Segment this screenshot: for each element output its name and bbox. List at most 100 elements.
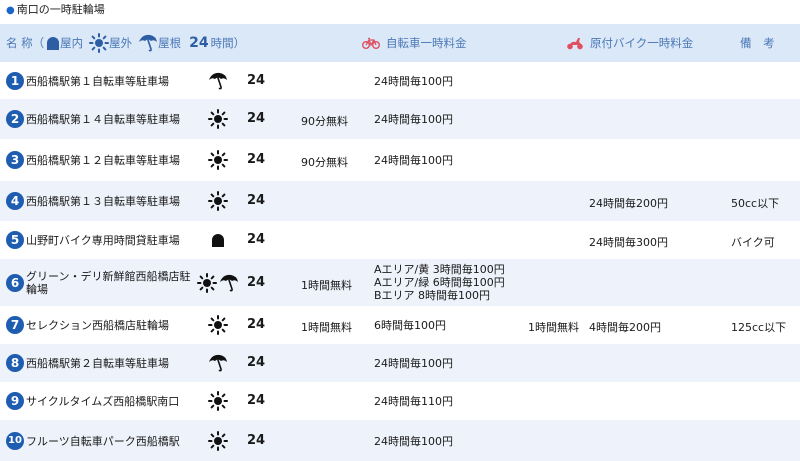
header-moped-fee: 原付バイク一時料金 bbox=[566, 24, 693, 62]
remarks: 125cc以下 bbox=[731, 321, 787, 334]
table-row: 9 サイクルタイムズ西船橋駅南口 24 24時間毎110円 bbox=[0, 382, 800, 420]
row-number-badge: 3 bbox=[6, 151, 24, 169]
hours-value: 24 bbox=[247, 317, 266, 332]
table-row: 3 西船橋駅第１２自転車等駐車場 24 90分無料 24時間毎100円 bbox=[0, 139, 800, 181]
header-hours-bold: 24 bbox=[189, 35, 209, 51]
row-number-badge: 10 bbox=[6, 431, 24, 450]
sun-icon bbox=[89, 33, 110, 53]
table-row: 1 西船橋駅第１自転車等駐車場 24 24時間毎100円 bbox=[0, 62, 800, 99]
sun-icon bbox=[208, 191, 228, 211]
sun-icon bbox=[208, 391, 228, 411]
facility-name: グリーン・デリ新鮮館西船橋店駐輪場 bbox=[26, 269, 191, 296]
sun-icon bbox=[208, 315, 228, 335]
table-row: 10 フルーツ自転車パーク西船橋駅 24 24時間毎100円 bbox=[0, 420, 800, 461]
table-header: 名 称（ 屋内 屋外 屋根 24 時間） 自転車一時料金 原付バイク一時料金 備… bbox=[0, 24, 800, 62]
facility-type-icons bbox=[196, 353, 240, 373]
facility-type-icons bbox=[196, 315, 240, 335]
table-row: 7 セレクション西船橋店駐輪場 24 1時間無料 6時間毎100円 1時間無料 4時間毎20… bbox=[0, 306, 800, 344]
facility-name: 西船橋駅第１３自転車等駐車場 bbox=[26, 195, 180, 208]
bicycle-fee-label: 自転車一時料金 bbox=[386, 36, 467, 50]
bicycle-fee: 24時間毎100円 bbox=[374, 154, 453, 167]
hours-value: 24 bbox=[247, 193, 266, 208]
row-number-badge: 4 bbox=[6, 192, 24, 210]
table-row: 8 西船橋駅第２自転車等駐車場 24 24時間毎100円 bbox=[0, 344, 800, 382]
bicycle-fee-line: Bエリア 8時間毎100円 bbox=[374, 288, 491, 302]
sun-icon bbox=[208, 430, 228, 451]
hours-value: 24 bbox=[247, 72, 266, 88]
roof-label: 屋根 bbox=[158, 36, 182, 50]
umbrella-icon bbox=[138, 34, 158, 52]
header-remarks: 備 考 bbox=[740, 36, 779, 50]
sun-icon bbox=[208, 150, 228, 170]
hours-value: 24 bbox=[247, 393, 266, 408]
facility-name: 西船橋駅第１自転車等駐車場 bbox=[26, 74, 169, 88]
remarks: 50cc以下 bbox=[731, 197, 780, 210]
umbrella-icon bbox=[219, 274, 239, 292]
indoor-icon bbox=[46, 36, 60, 50]
hours-value: 24 bbox=[247, 111, 266, 126]
header-hours-suffix: 時間） bbox=[210, 36, 246, 50]
facility-name: 西船橋駅第２自転車等駐車場 bbox=[26, 357, 169, 370]
bicycle-fee: 24時間毎100円 bbox=[374, 113, 453, 126]
bicycle-fee-line: Aエリア/黄 3時間毎100円 bbox=[374, 262, 505, 276]
facility-type-icons bbox=[196, 109, 240, 129]
facility-name: サイクルタイムズ西船橋駅南口 bbox=[26, 395, 180, 408]
facility-type-icons bbox=[196, 71, 240, 91]
indoor-legend: 屋内 bbox=[46, 24, 83, 62]
bicycle-free-period: 90分無料 bbox=[301, 115, 348, 128]
facility-type-icons bbox=[196, 230, 240, 250]
row-number-badge: 2 bbox=[6, 110, 24, 128]
roof-legend: 屋根 bbox=[138, 24, 181, 62]
facility-name: フルーツ自転車パーク西船橋駅 bbox=[26, 434, 180, 448]
bicycle-fee-line: Aエリア/緑 6時間毎100円 bbox=[374, 275, 505, 289]
facility-name: 山野町バイク専用時間貸駐車場 bbox=[26, 234, 180, 247]
sun-icon bbox=[197, 272, 217, 293]
bicycle-fee: 24時間毎110円 bbox=[374, 395, 453, 408]
hours-value: 24 bbox=[247, 274, 266, 290]
bicycle-fee: 24時間毎100円 bbox=[374, 74, 453, 88]
bicycle-fee: 6時間毎100円 bbox=[374, 319, 446, 332]
row-number-badge: 5 bbox=[6, 231, 24, 249]
facility-name: セレクション西船橋店駐輪場 bbox=[26, 319, 169, 332]
header-name-column: 名 称（ 屋内 屋外 屋根 24 時間） bbox=[6, 24, 245, 62]
row-number-badge: 7 bbox=[6, 316, 24, 334]
indoor-icon bbox=[211, 233, 225, 247]
bicycle-fee: 24時間毎100円 bbox=[374, 357, 453, 370]
facility-type-icons bbox=[196, 391, 240, 411]
scooter-icon bbox=[566, 36, 584, 50]
bicycle-free-period: 1時間無料 bbox=[301, 278, 352, 292]
bicycle-fee: 24時間毎100円 bbox=[374, 434, 453, 448]
section-title-text: 南口の一時駐輪場 bbox=[16, 3, 105, 16]
row-number-badge: 1 bbox=[6, 71, 24, 90]
row-number-badge: 8 bbox=[6, 354, 24, 372]
section-title: ● 南口の一時駐輪場 bbox=[6, 2, 105, 18]
bicycle-free-period: 1時間無料 bbox=[301, 321, 352, 334]
facility-name: 西船橋駅第１４自転車等駐車場 bbox=[26, 113, 180, 126]
table-row: 4 西船橋駅第１３自転車等駐車場 24 24時間毎200円 50cc以下 bbox=[0, 181, 800, 221]
moped-fee: 4時間毎200円 bbox=[589, 321, 661, 334]
bicycle-icon bbox=[362, 37, 380, 49]
moped-free-period: 1時間無料 bbox=[528, 321, 579, 334]
facility-type-icons bbox=[196, 430, 240, 451]
hours-value: 24 bbox=[247, 432, 266, 448]
facility-type-icons bbox=[196, 191, 240, 211]
facility-name: 西船橋駅第１２自転車等駐車場 bbox=[26, 154, 180, 167]
facility-type-icons bbox=[196, 272, 240, 293]
sun-icon bbox=[208, 109, 228, 129]
hours-value: 24 bbox=[247, 152, 266, 167]
outdoor-label: 屋外 bbox=[109, 36, 133, 50]
hours-value: 24 bbox=[247, 355, 266, 370]
outdoor-legend: 屋外 bbox=[89, 24, 132, 62]
bicycle-fee: Aエリア/黄 3時間毎100円 Aエリア/緑 6時間毎100円 Bエリア 8時間毎1… bbox=[374, 263, 505, 302]
umbrella-icon bbox=[208, 72, 228, 90]
moped-fee: 24時間毎200円 bbox=[589, 197, 668, 210]
header-name-label: 名 称（ bbox=[6, 36, 45, 50]
row-number-badge: 6 bbox=[6, 273, 24, 292]
table-row: 6 グリーン・デリ新鮮館西船橋店駐輪場 24 1時間無料 Aエリア/黄 3時間毎100円… bbox=[0, 259, 800, 306]
remarks: バイク可 bbox=[731, 236, 775, 249]
header-bicycle-fee: 自転車一時料金 bbox=[362, 24, 467, 62]
row-number-badge: 9 bbox=[6, 392, 24, 410]
indoor-label: 屋内 bbox=[60, 36, 84, 50]
hours-value: 24 bbox=[247, 232, 266, 247]
moped-fee-label: 原付バイク一時料金 bbox=[590, 36, 694, 50]
